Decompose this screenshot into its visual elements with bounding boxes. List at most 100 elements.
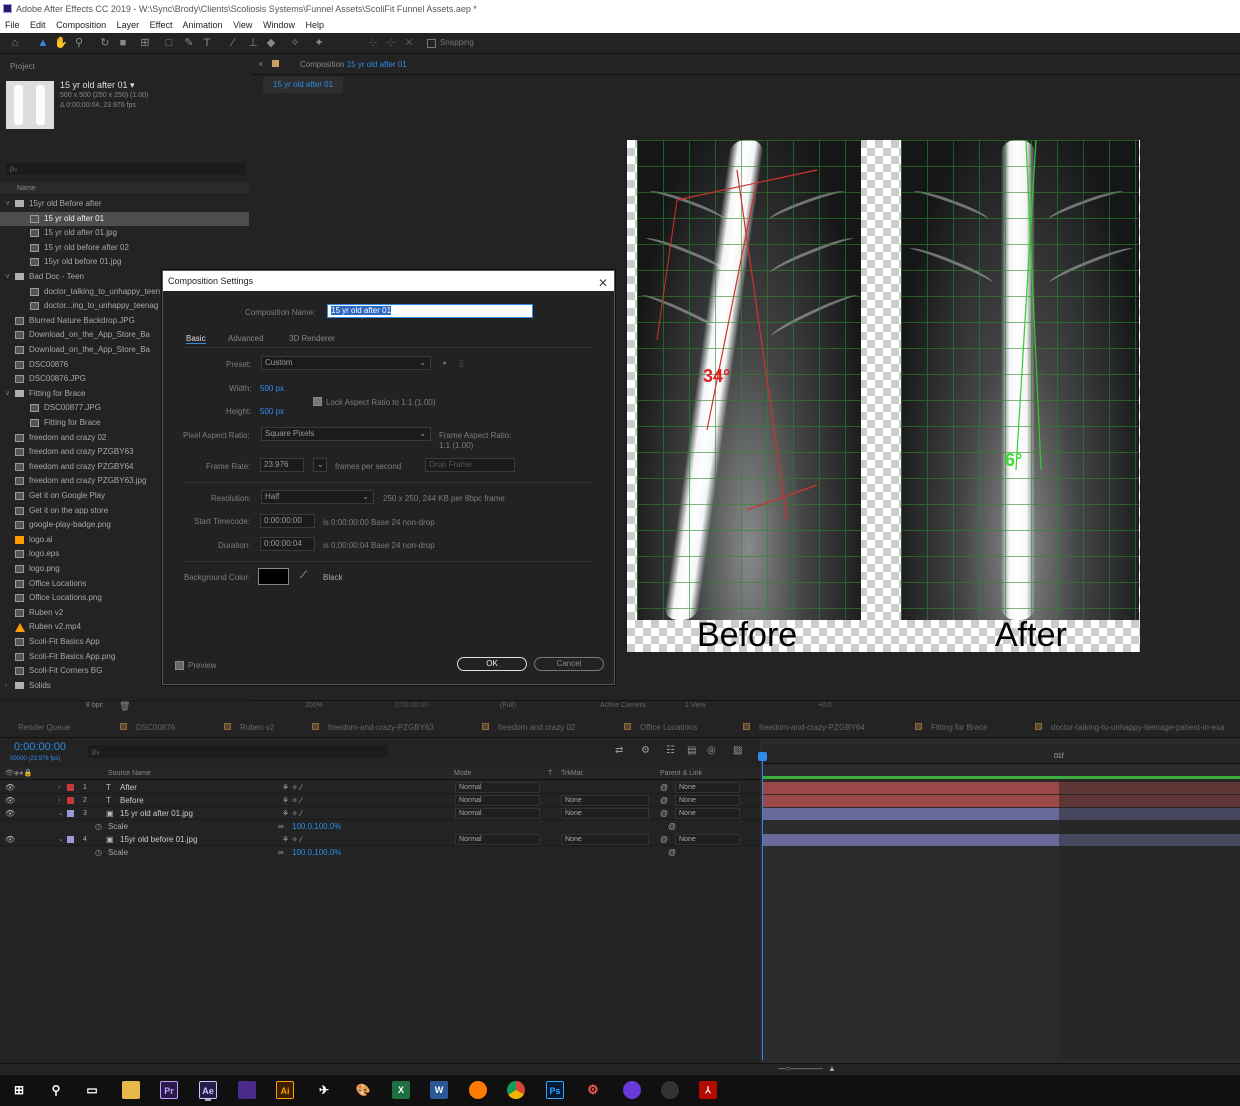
app-circle-icon[interactable]: [623, 1081, 641, 1099]
selected-item-name[interactable]: 15 yr old after 01 ▾: [60, 80, 135, 91]
frame-rate-input[interactable]: 23.976: [260, 458, 304, 472]
layer-switches[interactable]: ⚘ ✧ ∕: [282, 794, 302, 807]
pixel-aspect-dropdown[interactable]: Square Pixels ⌄: [261, 427, 431, 441]
property-pickwhip-icon[interactable]: @: [668, 820, 676, 833]
parent-dropdown[interactable]: None: [675, 782, 740, 793]
clone-stamp-icon[interactable]: ⊥: [246, 36, 260, 50]
axis-local-icon[interactable]: ⊹: [366, 36, 380, 50]
ok-button[interactable]: OK: [457, 657, 527, 671]
menu-file[interactable]: File: [5, 20, 20, 30]
tab-advanced[interactable]: Advanced: [228, 334, 264, 343]
frame-blending-icon[interactable]: ▤: [687, 745, 696, 756]
timeline-tab[interactable]: doctor-talking-to-unhappy-teenage-patien…: [1035, 723, 1224, 732]
menu-composition[interactable]: Composition: [56, 20, 106, 30]
composition-timecode[interactable]: 0:00:00:00: [395, 702, 428, 709]
drop-frame-dropdown[interactable]: Drop Frame: [425, 458, 515, 472]
visibility-eye-icon[interactable]: 👁: [5, 794, 15, 807]
selection-tool-icon[interactable]: ▲: [36, 36, 50, 50]
project-search-input[interactable]: ρᵥ: [6, 163, 246, 175]
eyedropper-icon[interactable]: ⟋: [300, 570, 307, 581]
project-column-name[interactable]: Name: [0, 182, 249, 195]
layer-mode-dropdown[interactable]: Normal: [455, 795, 540, 806]
frame-rate-dropdown[interactable]: ⌄: [313, 458, 327, 472]
layer-switches[interactable]: ⚘ ✧ ∕: [282, 807, 302, 820]
timeline-current-time[interactable]: 0:00:00:00: [14, 741, 66, 753]
layer-label-color[interactable]: [67, 784, 74, 791]
timeline-tab[interactable]: Ruben v2: [224, 723, 274, 732]
layer-twirl-icon[interactable]: ⌄: [58, 807, 64, 820]
current-time-indicator-head[interactable]: [758, 752, 767, 761]
pickwhip-icon[interactable]: @: [660, 807, 668, 820]
parent-dropdown[interactable]: None: [675, 808, 740, 819]
task-view-icon[interactable]: ▭: [83, 1081, 101, 1099]
close-tab-icon[interactable]: ×: [258, 59, 263, 69]
layer-mode-dropdown[interactable]: Normal: [455, 834, 540, 845]
twirl-chevron-icon[interactable]: ∨: [5, 387, 10, 402]
constrain-proportions-icon[interactable]: ∞: [278, 846, 284, 859]
composition-tab[interactable]: Composition 15 yr old after 01: [300, 60, 407, 69]
parent-dropdown[interactable]: None: [675, 795, 740, 806]
view-layout-dropdown[interactable]: 1 View: [685, 702, 706, 709]
preview-checkbox[interactable]: [175, 661, 184, 670]
col-parent[interactable]: Parent & Link: [660, 768, 702, 780]
start-timecode-input[interactable]: 0:00:00:00: [260, 514, 315, 528]
visibility-eye-icon[interactable]: 👁: [5, 781, 15, 794]
project-item[interactable]: 15 yr old before after 02: [0, 241, 249, 256]
col-trkmat[interactable]: TrkMat: [561, 768, 583, 780]
project-item[interactable]: 15 yr old after 01.jpg: [0, 226, 249, 241]
excel-icon[interactable]: X: [392, 1081, 410, 1099]
twirl-chevron-icon[interactable]: ∨: [5, 270, 10, 285]
parent-dropdown[interactable]: None: [675, 834, 740, 845]
stopwatch-icon[interactable]: ◷: [95, 820, 102, 833]
media-encoder-icon[interactable]: [238, 1081, 256, 1099]
pan-behind-tool-icon[interactable]: ⊞: [138, 36, 152, 50]
layer-name[interactable]: 15 yr old after 01.jpg: [120, 807, 193, 820]
motion-blur-icon[interactable]: ◎: [707, 745, 716, 756]
layer-label-color[interactable]: [67, 810, 74, 817]
settings-gear-icon[interactable]: ⚙: [584, 1081, 602, 1099]
file-explorer-icon[interactable]: [122, 1081, 140, 1099]
photoshop-icon[interactable]: Ps: [546, 1081, 564, 1099]
background-color-swatch[interactable]: [258, 568, 289, 585]
tab-3d-renderer[interactable]: 3D Renderer: [289, 334, 335, 343]
project-tab[interactable]: Project: [10, 58, 35, 76]
layer-twirl-icon[interactable]: ›: [58, 794, 60, 807]
zoom-slider[interactable]: —○————: [778, 1064, 823, 1073]
composition-breadcrumb[interactable]: 15 yr old after 01: [263, 77, 344, 93]
exposure-value[interactable]: +0.0: [818, 702, 832, 709]
illustrator-icon[interactable]: Ai: [276, 1081, 294, 1099]
layer-mode-dropdown[interactable]: Normal: [455, 782, 540, 793]
track-matte-dropdown[interactable]: None: [561, 808, 649, 819]
timeline-layer-row[interactable]: 👁 › 1 T After ⚘ ✧ ∕ Normal @ None: [0, 781, 760, 794]
pen-tool-icon[interactable]: ✎: [182, 36, 196, 50]
layer-switches[interactable]: ⚘ ✧ ∕: [282, 833, 302, 846]
timeline-tab[interactable]: Render Queue: [18, 723, 70, 732]
chrome-icon[interactable]: [507, 1081, 525, 1099]
acrobat-icon[interactable]: ⅄: [699, 1081, 717, 1099]
duration-input[interactable]: 0:00:00:04: [260, 537, 315, 551]
home-icon[interactable]: ⌂: [8, 36, 22, 50]
twirl-chevron-icon[interactable]: ›: [5, 679, 7, 694]
track-matte-dropdown[interactable]: None: [561, 834, 649, 845]
timeline-search-input[interactable]: ρᵥ: [88, 745, 388, 758]
camera-tool-icon[interactable]: ■: [116, 36, 130, 50]
composition-viewer[interactable]: 34° 6° Before After: [627, 140, 1140, 652]
davinci-icon[interactable]: [661, 1081, 679, 1099]
layer-name[interactable]: 15yr old before 01.jpg: [120, 833, 197, 846]
visibility-eye-icon[interactable]: 👁: [5, 833, 15, 846]
project-item[interactable]: 15 yr old after 01: [0, 211, 249, 227]
shy-layers-icon[interactable]: ☷: [666, 745, 675, 756]
current-time-indicator[interactable]: [762, 752, 763, 1060]
menu-help[interactable]: Help: [305, 20, 324, 30]
menu-effect[interactable]: Effect: [150, 20, 173, 30]
rectangle-tool-icon[interactable]: □: [162, 36, 176, 50]
menu-animation[interactable]: Animation: [183, 20, 223, 30]
bit-depth-button[interactable]: 8 bpc: [86, 702, 103, 709]
time-ruler[interactable]: [763, 744, 1240, 764]
cancel-button[interactable]: Cancel: [534, 657, 604, 671]
layer-name[interactable]: After: [120, 781, 137, 794]
zoom-in-icon[interactable]: ▲: [828, 1064, 836, 1073]
premiere-icon[interactable]: Pr: [160, 1081, 178, 1099]
col-source-name[interactable]: Source Name: [108, 768, 151, 780]
resolution-dropdown[interactable]: (Full): [500, 702, 516, 709]
